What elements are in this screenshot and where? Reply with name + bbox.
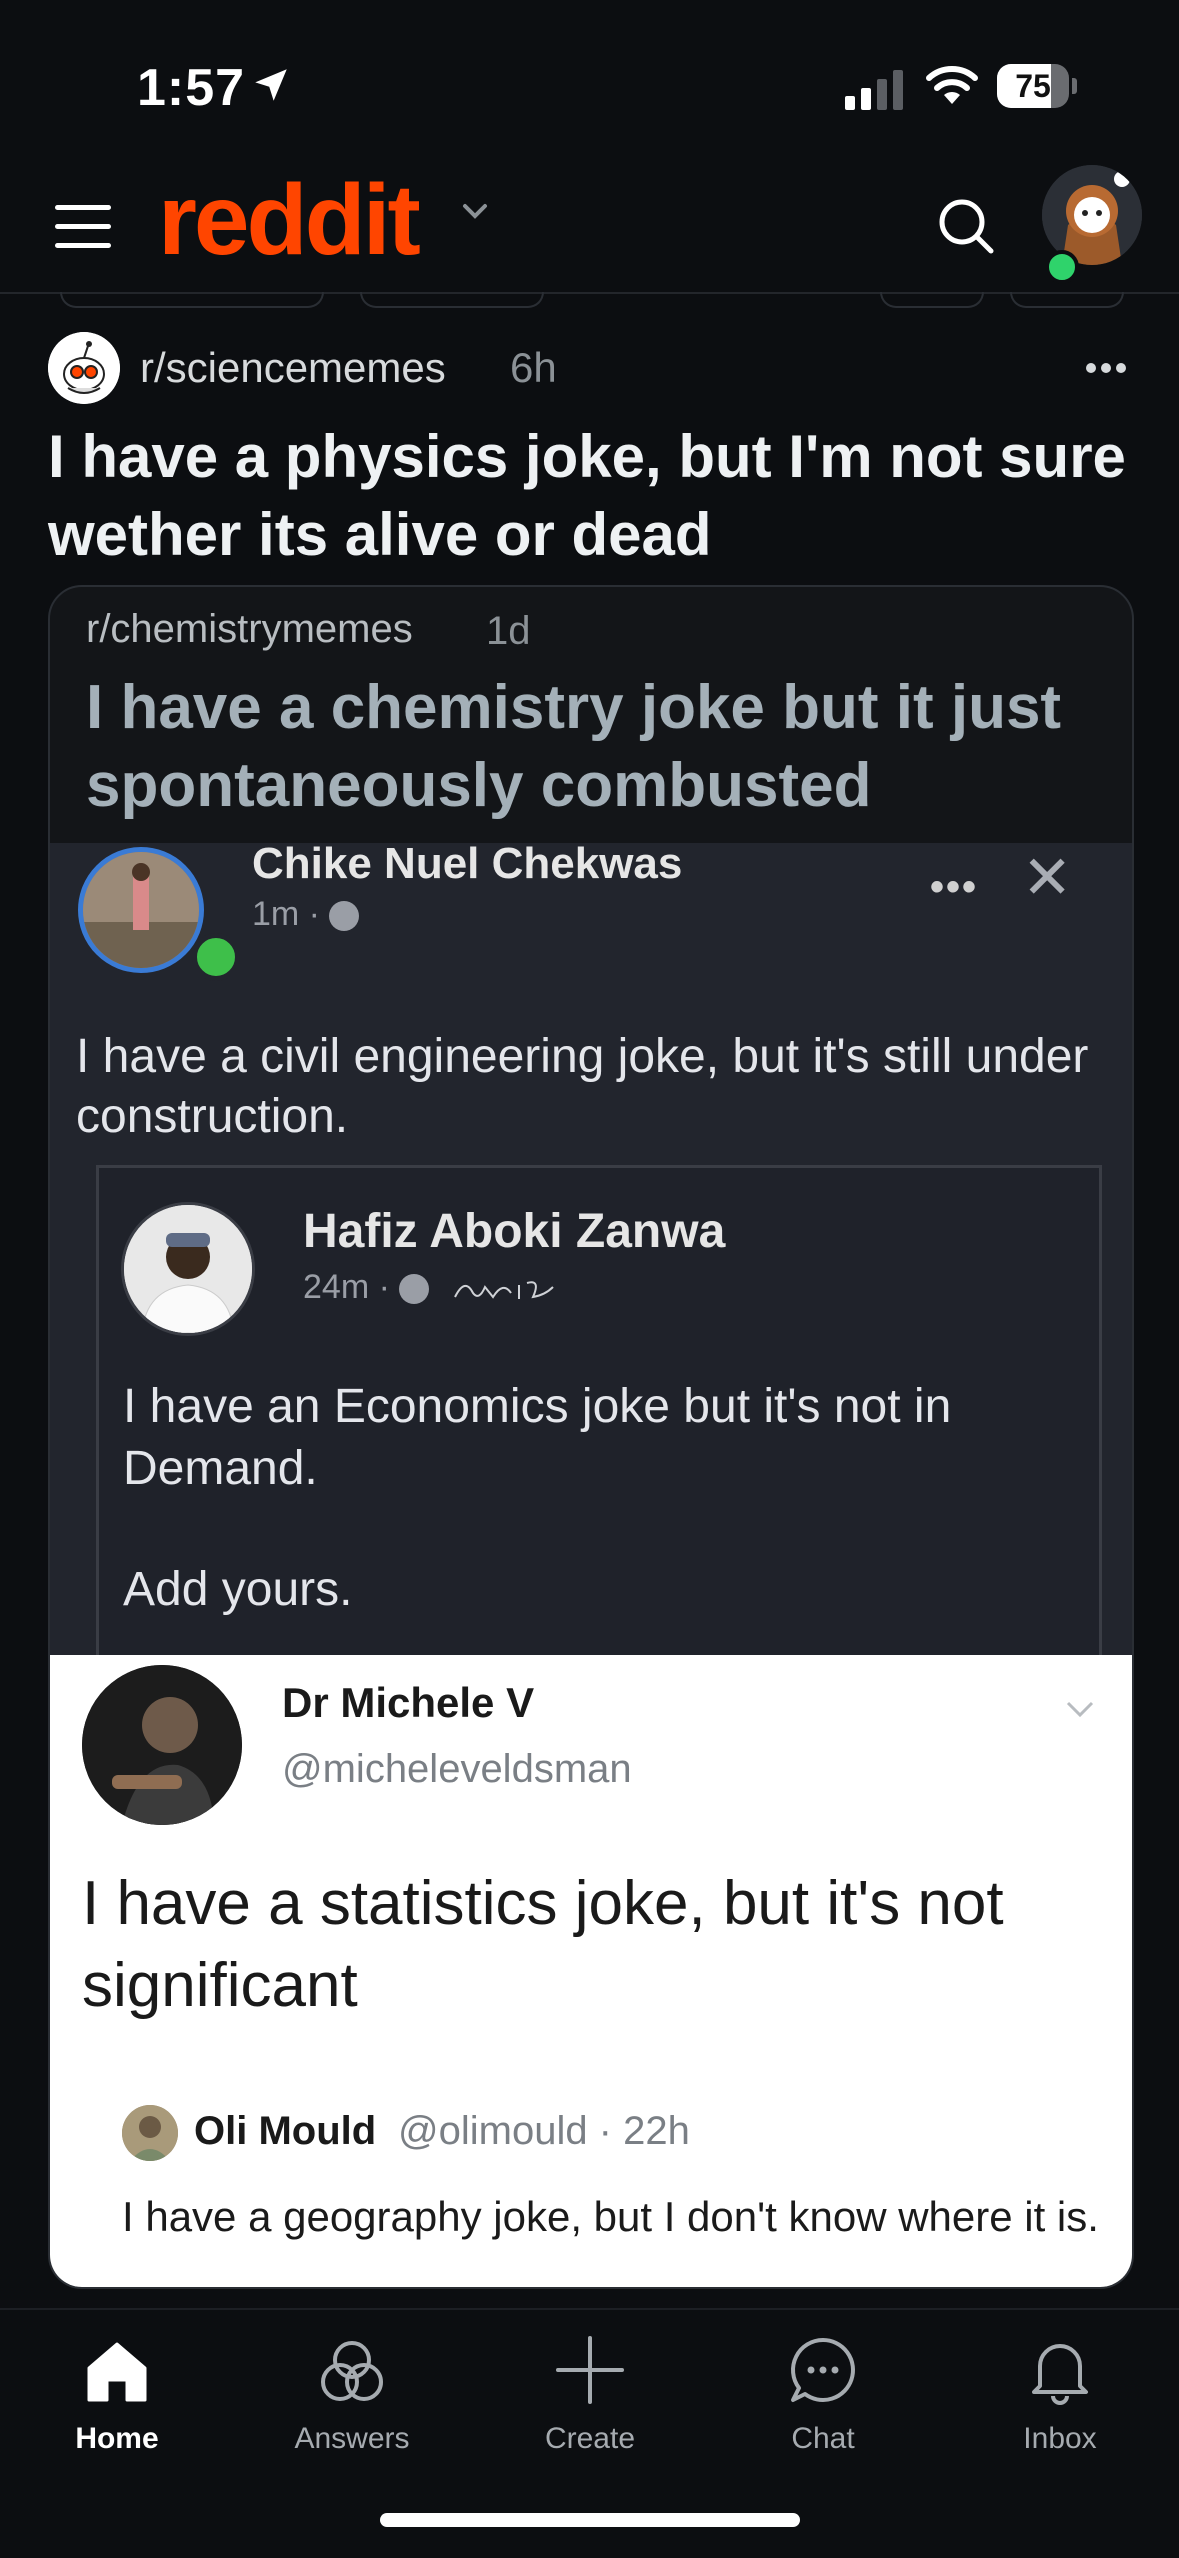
fb-shared-meta: 24m · <box>303 1268 569 1307</box>
chevron-down-icon <box>1066 1701 1094 1718</box>
filter-chips-strip <box>0 292 1179 308</box>
meme-image[interactable]: Chike Nuel Chekwas 1m · ••• ✕ I have a c… <box>50 839 1132 2287</box>
tweet-author-avatar <box>82 1665 242 1825</box>
fb-post-time: 1m · <box>252 895 330 933</box>
wifi-icon <box>926 66 978 104</box>
reddit-logo[interactable]: reddit <box>158 160 421 280</box>
chat-icon <box>791 2338 855 2402</box>
globe-icon <box>329 901 360 932</box>
chevron-down-icon[interactable] <box>460 200 490 224</box>
tweet-author-name: Dr Michele V <box>282 1679 535 1726</box>
location-arrow-icon <box>255 69 287 101</box>
battery-indicator: 75 <box>997 64 1077 110</box>
globe-icon <box>399 1274 430 1305</box>
tab-label-answers: Answers <box>294 2422 410 2455</box>
crosspost-card[interactable]: r/chemistrymemes 1d I have a chemistry j… <box>48 585 1134 2289</box>
fb-shared-text2: Add yours. <box>123 1563 353 1616</box>
tab-create[interactable]: Create <box>490 2330 690 2456</box>
bell-icon <box>1032 2344 1088 2405</box>
fb-shared-author: Hafiz Aboki Zanwa <box>303 1205 726 1258</box>
quoted-tweet-avatar <box>122 2105 178 2161</box>
fb-post-text: I have a civil engineering joke, but it'… <box>76 1030 1089 1143</box>
tweet-author-handle: @micheleveldsman <box>282 1747 632 1791</box>
tab-chat[interactable]: Chat <box>723 2330 923 2456</box>
tab-label-create: Create <box>544 2422 636 2455</box>
home-icon <box>87 2342 147 2402</box>
search-icon[interactable] <box>935 195 997 257</box>
more-options-icon[interactable] <box>1085 362 1127 374</box>
battery-percent: 75 <box>1015 68 1051 104</box>
facebook-post: Chike Nuel Chekwas 1m · ••• ✕ I have a c… <box>50 839 1132 1658</box>
signature-scribble-icon <box>453 1281 554 1300</box>
crosspost-age: 1d <box>486 609 531 653</box>
tab-label-inbox: Inbox <box>1023 2422 1097 2455</box>
quoted-tweet-author: Oli Mould <box>194 2109 377 2153</box>
fb-shared-avatar <box>121 1202 255 1336</box>
quoted-tweet-handle: @olimould · 22h <box>398 2109 690 2153</box>
post-title[interactable]: I have a physics joke, but I'm not sure … <box>48 418 1128 574</box>
tab-inbox[interactable]: Inbox <box>960 2330 1160 2456</box>
tab-home[interactable]: Home <box>17 2330 217 2456</box>
subreddit-avatar[interactable] <box>48 332 120 404</box>
online-status-dot <box>1045 250 1079 284</box>
tab-label-home: Home <box>75 2422 159 2455</box>
cellular-signal-icon <box>845 70 903 110</box>
tab-answers[interactable]: Answers <box>252 2330 452 2456</box>
fb-shared-text: I have an Economics joke but it's not in… <box>123 1380 952 1495</box>
fb-online-dot <box>192 933 240 981</box>
home-indicator <box>380 2513 800 2527</box>
fb-author-name: Chike Nuel Chekwas <box>252 839 683 888</box>
tab-label-chat: Chat <box>791 2422 855 2455</box>
tweet-text: I have a statistics joke, but it's not s… <box>82 1869 1004 2020</box>
quoted-tweet-text: I have a geography joke, but I don't kno… <box>122 2193 1099 2240</box>
menu-hamburger-icon[interactable] <box>55 205 111 249</box>
subreddit-name[interactable]: r/sciencememes <box>140 344 446 392</box>
status-time: 1:57 <box>137 59 246 117</box>
fb-close-icon: ✕ <box>1022 844 1073 911</box>
fb-more-icon: ••• <box>930 865 979 909</box>
post-age: 6h <box>510 344 557 391</box>
fb-shared-post: Hafiz Aboki Zanwa 24m · I have an Econom… <box>96 1165 1102 1658</box>
plus-icon <box>556 2336 624 2404</box>
crosspost-title[interactable]: I have a chemistry joke but it just spon… <box>86 669 1106 825</box>
answers-icon <box>321 2341 383 2401</box>
fb-post-meta: 1m · <box>252 895 360 934</box>
tweet: Dr Michele V @micheleveldsman I have a s… <box>50 1655 1132 2287</box>
fb-author-avatar <box>78 847 204 973</box>
fb-shared-time: 24m · <box>303 1268 400 1306</box>
crosspost-subreddit[interactable]: r/chemistrymemes <box>86 607 413 652</box>
